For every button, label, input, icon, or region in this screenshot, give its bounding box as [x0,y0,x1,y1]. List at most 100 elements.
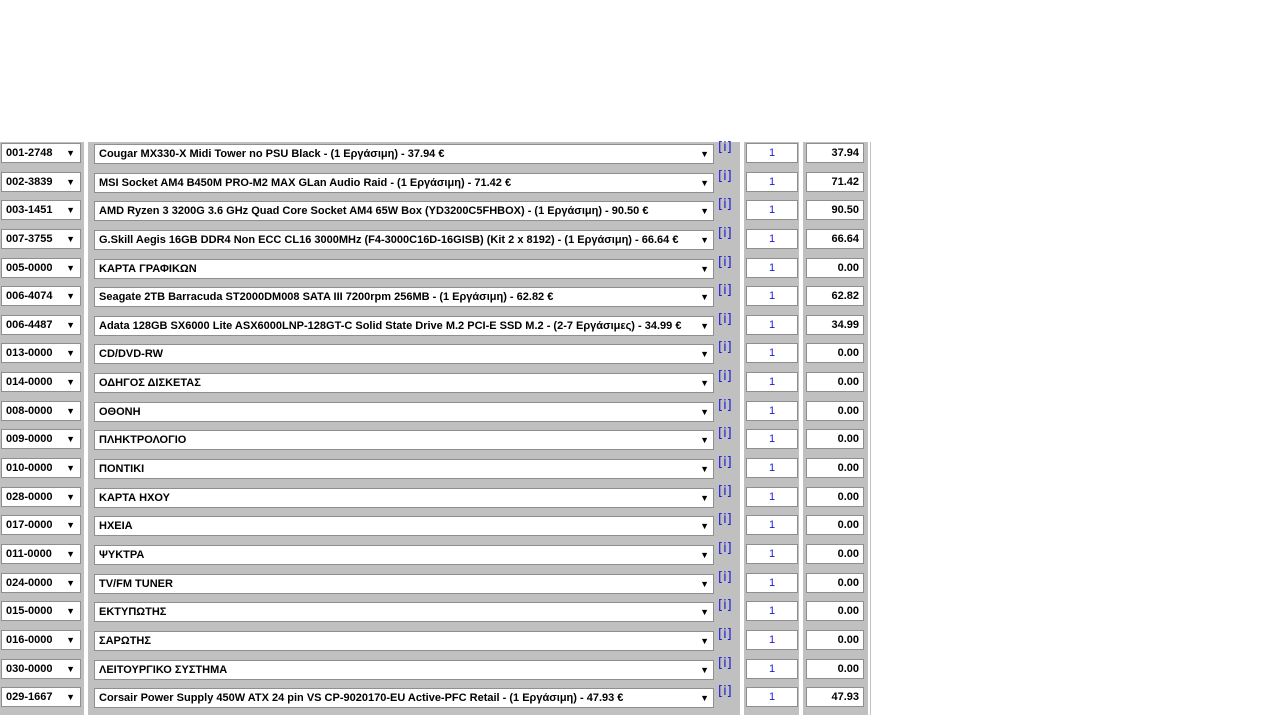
info-link[interactable]: [i] [718,140,732,155]
product-select[interactable]: Corsair Power Supply 450W ATX 24 pin VS … [94,688,714,709]
quantity-input[interactable]: 1 [746,687,798,708]
info-link[interactable]: [i] [718,455,732,470]
quantity-input[interactable]: 1 [746,372,798,393]
info-link[interactable]: [i] [718,226,732,241]
product-value: TV/FM TUNER [99,577,173,590]
code-select[interactable]: 014-0000 ▼ [1,372,81,393]
price-field: 0.00 [806,372,864,393]
product-select[interactable]: ΕΚΤΥΠΩΤΗΣ ▼ [94,602,714,623]
product-select[interactable]: ΟΘΟΝΗ ▼ [94,401,714,422]
product-select[interactable]: ΚΑΡΤΑ ΗΧΟΥ ▼ [94,487,714,508]
info-link[interactable]: [i] [718,512,732,527]
product-select[interactable]: MSI Socket AM4 B450M PRO-M2 MAX GLan Aud… [94,172,714,193]
quantity-input[interactable]: 1 [746,429,798,450]
code-select[interactable]: 017-0000 ▼ [1,515,81,536]
code-select[interactable]: 006-4074 ▼ [1,286,81,307]
info-link[interactable]: [i] [718,197,732,212]
product-value: ΠΟΝΤΙΚΙ [99,463,145,476]
info-link[interactable]: [i] [718,656,732,671]
code-select[interactable]: 010-0000 ▼ [1,458,81,479]
quantity-input[interactable]: 1 [746,228,798,249]
price-field: 0.00 [806,629,864,650]
column-divider [870,457,871,486]
product-select[interactable]: ΣΑΡΩΤΗΣ ▼ [94,630,714,651]
code-value: 007-3755 [6,232,53,245]
column-divider [870,142,871,171]
code-select[interactable]: 003-1451 ▼ [1,200,81,221]
code-select[interactable]: 013-0000 ▼ [1,343,81,364]
quantity-input[interactable]: 1 [746,400,798,421]
product-select[interactable]: ΟΔΗΓΟΣ ΔΙΣΚΕΤΑΣ ▼ [94,373,714,394]
code-select[interactable]: 016-0000 ▼ [1,629,81,650]
quantity-input[interactable]: 1 [746,458,798,479]
code-select[interactable]: 006-4487 ▼ [1,314,81,335]
quantity-input[interactable]: 1 [746,257,798,278]
product-value: ΣΑΡΩΤΗΣ [99,634,151,647]
code-select[interactable]: 011-0000 ▼ [1,543,81,564]
info-link[interactable]: [i] [718,570,732,585]
chevron-down-icon: ▼ [66,205,75,216]
product-select[interactable]: ΗΧΕΙΑ ▼ [94,516,714,537]
quantity-input[interactable]: 1 [746,286,798,307]
info-link[interactable]: [i] [718,312,732,327]
info-link[interactable]: [i] [718,684,732,699]
quantity-input[interactable]: 1 [746,572,798,593]
quantity-input[interactable]: 1 [746,515,798,536]
product-select[interactable]: ΛΕΙΤΟΥΡΓΙΚΟ ΣΥΣΤΗΜΑ ▼ [94,659,714,680]
product-select[interactable]: ΠΟΝΤΙΚΙ ▼ [94,459,714,480]
info-link[interactable]: [i] [718,369,732,384]
info-link[interactable]: [i] [718,598,732,613]
quantity-input[interactable]: 1 [746,486,798,507]
quantity-input[interactable]: 1 [746,629,798,650]
product-select[interactable]: ΨΥΚΤΡΑ ▼ [94,544,714,565]
info-link[interactable]: [i] [718,541,732,556]
code-select[interactable]: 015-0000 ▼ [1,601,81,622]
code-select[interactable]: 008-0000 ▼ [1,400,81,421]
quantity-input[interactable]: 1 [746,658,798,679]
chevron-down-icon: ▼ [66,692,75,703]
info-link[interactable]: [i] [718,426,732,441]
code-select[interactable]: 002-3839 ▼ [1,171,81,192]
price-field: 47.93 [806,687,864,708]
quantity-input[interactable]: 1 [746,343,798,364]
code-select[interactable]: 029-1667 ▼ [1,687,81,708]
product-select[interactable]: G.Skill Aegis 16GB DDR4 Non ECC CL16 300… [94,229,714,250]
product-select[interactable]: ΠΛΗΚΤΡΟΛΟΓΙΟ ▼ [94,430,714,451]
product-select[interactable]: Adata 128GB SX6000 Lite ASX6000LNP-128GT… [94,315,714,336]
product-select[interactable]: TV/FM TUNER ▼ [94,573,714,594]
product-select[interactable]: Cougar MX330-X Midi Tower no PSU Black -… [94,144,714,164]
quantity-input[interactable]: 1 [746,200,798,221]
chevron-down-icon: ▼ [66,348,75,359]
quantity-input[interactable]: 1 [746,601,798,622]
quantity-input[interactable]: 1 [746,314,798,335]
code-select[interactable]: 030-0000 ▼ [1,658,81,679]
info-link[interactable]: [i] [718,169,732,184]
info-link[interactable]: [i] [718,627,732,642]
product-select[interactable]: ΚΑΡΤΑ ΓΡΑΦΙΚΩΝ ▼ [94,258,714,279]
info-link[interactable]: [i] [718,340,732,355]
info-link[interactable]: [i] [718,283,732,298]
info-link[interactable]: [i] [718,255,732,270]
code-select[interactable]: 007-3755 ▼ [1,228,81,249]
quantity-input[interactable]: 1 [746,543,798,564]
product-value: AMD Ryzen 3 3200G 3.6 GHz Quad Core Sock… [99,205,649,218]
column-divider [870,256,871,286]
table-row: 011-0000 ▼ ΨΥΚΤΡΑ ▼ [i] 1 0.00 [0,541,872,572]
column-divider [870,514,871,543]
table-row: 001-2748 ▼ Cougar MX330-X Midi Tower no … [0,140,872,171]
info-link[interactable]: [i] [718,398,732,413]
product-select[interactable]: AMD Ryzen 3 3200G 3.6 GHz Quad Core Sock… [94,201,714,222]
code-value: 024-0000 [6,576,53,589]
code-select[interactable]: 009-0000 ▼ [1,429,81,450]
code-select[interactable]: 001-2748 ▼ [1,143,81,163]
product-select[interactable]: Seagate 2TB Barracuda ST2000DM008 SATA I… [94,287,714,308]
chevron-down-icon: ▼ [700,607,709,618]
code-select[interactable]: 005-0000 ▼ [1,257,81,278]
product-select[interactable]: CD/DVD-RW ▼ [94,344,714,365]
code-select[interactable]: 024-0000 ▼ [1,572,81,593]
quantity-input[interactable]: 1 [746,143,798,163]
quantity-input[interactable]: 1 [746,171,798,192]
code-select[interactable]: 028-0000 ▼ [1,486,81,507]
product-value: G.Skill Aegis 16GB DDR4 Non ECC CL16 300… [99,233,679,246]
info-link[interactable]: [i] [718,484,732,499]
